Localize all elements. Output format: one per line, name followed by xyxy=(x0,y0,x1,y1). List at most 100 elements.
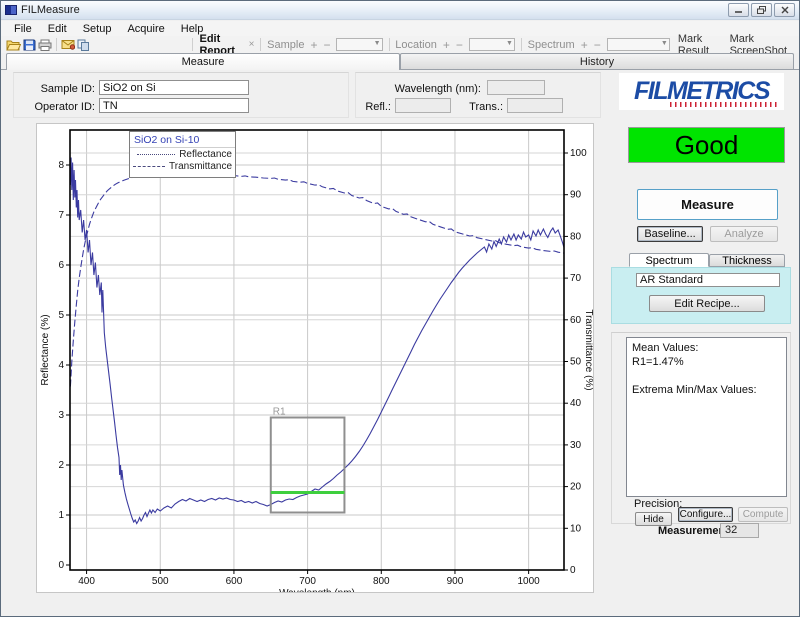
svg-text:R1: R1 xyxy=(273,407,286,418)
compute-button[interactable]: Compute xyxy=(738,507,788,522)
app-window: FILMeasure File Edit Setup Acquire Help xyxy=(0,0,800,617)
svg-text:1000: 1000 xyxy=(518,576,541,587)
edit-report-close-icon[interactable]: × xyxy=(246,39,258,50)
svg-text:900: 900 xyxy=(447,576,464,587)
tab-spectrum[interactable]: Spectrum xyxy=(629,253,709,267)
refl-label: Refl.: xyxy=(357,101,391,113)
spectrum-dropdown[interactable]: ▼ xyxy=(607,38,670,51)
transmittance-line-sample xyxy=(133,166,165,167)
svg-text:400: 400 xyxy=(78,576,95,587)
svg-text:90: 90 xyxy=(570,190,582,201)
legend-entry-reflectance: Reflectance xyxy=(179,149,232,160)
title-bar: FILMeasure xyxy=(1,1,799,20)
spectrum-label: Spectrum xyxy=(525,39,578,51)
toolbar-separator xyxy=(56,38,57,51)
svg-text:7: 7 xyxy=(58,210,64,221)
svg-text:600: 600 xyxy=(226,576,243,587)
close-button[interactable] xyxy=(774,3,795,17)
svg-text:10: 10 xyxy=(570,523,582,534)
sample-plus-button[interactable]: + xyxy=(307,38,320,52)
extrema-values-label: Extrema Min/Max Values: xyxy=(632,383,781,397)
sample-id-input[interactable] xyxy=(99,80,249,95)
reflectance-line-sample xyxy=(137,154,175,155)
trans-label: Trans.: xyxy=(459,101,503,113)
svg-text:20: 20 xyxy=(570,482,582,493)
legend-title: SiO2 on Si-10 xyxy=(130,132,235,148)
minimize-button[interactable] xyxy=(728,3,749,17)
mail-icon[interactable] xyxy=(61,38,75,52)
legend-entry-transmittance: Transmittance xyxy=(169,161,232,172)
chart-canvas: R140050060070080090010000123456780102030… xyxy=(37,124,593,592)
copy-icon[interactable] xyxy=(77,38,90,52)
sample-dropdown[interactable]: ▼ xyxy=(336,38,382,51)
recipe-name-input[interactable] xyxy=(636,273,780,287)
svg-text:6: 6 xyxy=(58,260,64,271)
location-minus-button[interactable]: − xyxy=(453,38,466,52)
spectrum-minus-button[interactable]: − xyxy=(591,38,604,52)
chart-legend: SiO2 on Si-10 Reflectance Transmittance xyxy=(129,131,236,178)
svg-text:50: 50 xyxy=(570,357,582,368)
spectrum-plus-button[interactable]: + xyxy=(578,38,591,52)
edit-recipe-button[interactable]: Edit Recipe... xyxy=(649,295,765,312)
measure-button[interactable]: Measure xyxy=(637,189,778,220)
spectrum-chart[interactable]: R140050060070080090010000123456780102030… xyxy=(36,123,594,593)
toolbar: Edit Report × Sample + − ▼ Location + − … xyxy=(1,36,799,53)
operator-id-label: Operator ID: xyxy=(21,101,95,113)
precision-label: Precision: xyxy=(634,498,682,510)
tab-thickness[interactable]: Thickness xyxy=(709,254,785,267)
open-icon[interactable] xyxy=(6,38,21,52)
svg-text:5: 5 xyxy=(58,310,64,321)
sample-minus-button[interactable]: − xyxy=(320,38,333,52)
print-icon[interactable] xyxy=(38,38,52,52)
svg-text:Transmittance (%): Transmittance (%) xyxy=(583,309,593,390)
measurement-number-value: 32 xyxy=(720,523,759,538)
sample-id-label: Sample ID: xyxy=(21,83,95,95)
window-title: FILMeasure xyxy=(21,4,80,16)
svg-text:30: 30 xyxy=(570,440,582,451)
svg-text:0: 0 xyxy=(58,560,64,571)
svg-text:40: 40 xyxy=(570,398,582,409)
hide-button[interactable]: Hide xyxy=(635,512,672,526)
app-icon xyxy=(5,5,17,15)
logo-hatch-decoration xyxy=(670,102,780,107)
tab-measure[interactable]: Measure xyxy=(6,53,400,70)
svg-text:0: 0 xyxy=(570,565,576,576)
save-icon[interactable] xyxy=(23,38,36,52)
svg-text:Wavelength (nm): Wavelength (nm) xyxy=(279,588,355,592)
operator-id-input[interactable] xyxy=(99,98,249,113)
svg-text:700: 700 xyxy=(299,576,316,587)
menu-edit[interactable]: Edit xyxy=(41,22,74,36)
menu-file[interactable]: File xyxy=(7,22,39,36)
sample-label: Sample xyxy=(264,39,307,51)
configure-button[interactable]: Configure... xyxy=(678,507,733,522)
svg-text:4: 4 xyxy=(58,360,64,371)
filmetrics-logo: FILMETRICS xyxy=(619,73,784,110)
analyze-button[interactable]: Analyze xyxy=(710,226,778,242)
refl-readout xyxy=(395,98,451,113)
tab-history[interactable]: History xyxy=(400,53,794,69)
svg-text:800: 800 xyxy=(373,576,390,587)
mean-values-label: Mean Values: xyxy=(632,341,781,355)
wavelength-readout xyxy=(487,80,545,95)
location-label: Location xyxy=(392,39,440,51)
baseline-button[interactable]: Baseline... xyxy=(637,226,703,242)
svg-text:8: 8 xyxy=(58,160,64,171)
svg-text:1: 1 xyxy=(58,510,64,521)
menu-setup[interactable]: Setup xyxy=(76,22,119,36)
menu-acquire[interactable]: Acquire xyxy=(120,22,171,36)
main-tabstrip: Measure History xyxy=(1,53,799,70)
svg-text:100: 100 xyxy=(570,148,587,159)
restore-button[interactable] xyxy=(751,3,772,17)
wavelength-label: Wavelength (nm): xyxy=(381,83,481,95)
svg-text:Reflectance (%): Reflectance (%) xyxy=(40,314,51,385)
svg-text:2: 2 xyxy=(58,460,64,471)
trans-readout xyxy=(507,98,563,113)
svg-text:70: 70 xyxy=(570,273,582,284)
svg-text:500: 500 xyxy=(152,576,169,587)
status-indicator: Good xyxy=(628,127,785,163)
location-plus-button[interactable]: + xyxy=(440,38,453,52)
results-box: Mean Values: R1=1.47% Extrema Min/Max Va… xyxy=(626,337,787,497)
mean-value-r1: R1=1.47% xyxy=(632,355,781,369)
svg-text:80: 80 xyxy=(570,231,582,242)
location-dropdown[interactable]: ▼ xyxy=(469,38,515,51)
